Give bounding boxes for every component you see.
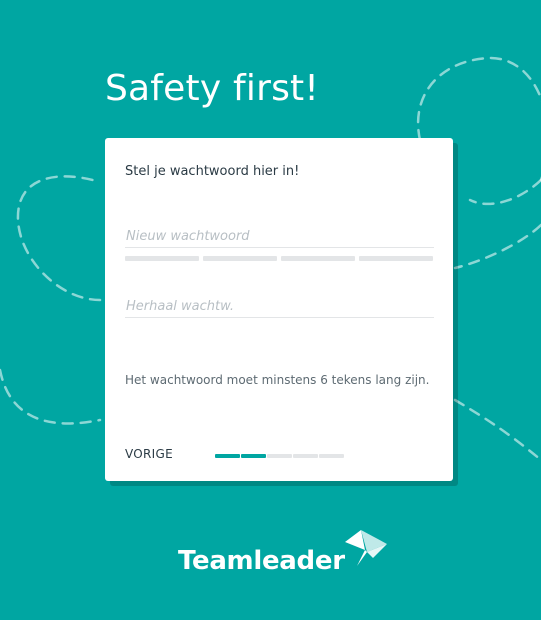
page-headline: Safety first! — [105, 68, 319, 109]
new-password-input[interactable] — [125, 229, 434, 248]
password-strength-meter — [125, 256, 433, 261]
password-card: Stel je wachtwoord hier in! Het wachtwoo… — [105, 138, 453, 481]
back-button[interactable]: VORIGE — [125, 447, 173, 461]
progress-step — [241, 454, 266, 458]
progress-step — [319, 454, 344, 458]
progress-step — [267, 454, 292, 458]
step-progress — [215, 454, 344, 458]
strength-segment — [203, 256, 277, 261]
progress-step — [215, 454, 240, 458]
strength-segment — [281, 256, 355, 261]
teamleader-logo-icon — [344, 530, 387, 566]
card-intro: Stel je wachtwoord hier in! — [125, 164, 300, 179]
brand-logo: Teamleader — [178, 530, 389, 576]
repeat-password-input[interactable] — [125, 299, 434, 318]
progress-step — [293, 454, 318, 458]
password-hint: Het wachtwoord moet minstens 6 tekens la… — [125, 373, 430, 387]
brand-name: Teamleader — [178, 546, 345, 576]
strength-segment — [125, 256, 199, 261]
strength-segment — [359, 256, 433, 261]
